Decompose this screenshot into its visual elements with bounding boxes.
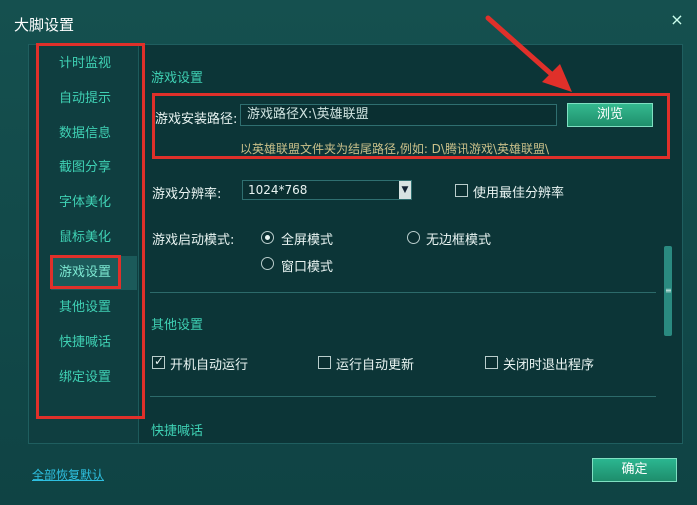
quick-chat-title: 快捷喊话 <box>151 424 204 439</box>
close-icon[interactable]: × <box>667 10 687 30</box>
autostart-label: 开机自动运行 <box>170 358 249 373</box>
sidebar-item-bind-settings[interactable]: 绑定设置 <box>51 361 137 395</box>
scroll-grip-icon: ≡ <box>665 286 672 295</box>
borderless-radio[interactable] <box>407 231 420 244</box>
browse-button[interactable]: 浏览 <box>567 103 653 127</box>
fullscreen-label: 全屏模式 <box>281 233 334 248</box>
best-resolution-checkbox[interactable] <box>455 184 468 197</box>
sidebar-item-game-settings[interactable]: 游戏设置 <box>51 256 137 290</box>
settings-window: 大脚设置 × 计时监视 自动提示 数据信息 截图分享 字体美化 鼠标美化 游戏设… <box>0 0 697 505</box>
content-scrollbar[interactable]: ≡ <box>664 246 672 336</box>
autostart-checkbox[interactable] <box>152 354 165 369</box>
other-settings-title: 其他设置 <box>151 318 204 333</box>
resolution-value: 1024*768 <box>248 183 308 197</box>
path-hint: 以英雄联盟文件夹为结尾路径,例如: D\腾讯游戏\英雄联盟\ <box>240 142 550 156</box>
windowed-label: 窗口模式 <box>281 260 334 275</box>
fullscreen-radio[interactable] <box>261 231 274 244</box>
chevron-down-icon[interactable]: ▼ <box>399 181 411 199</box>
borderless-label: 无边框模式 <box>426 233 492 248</box>
sidebar-item-screenshot-share[interactable]: 截图分享 <box>51 151 137 185</box>
game-settings-title: 游戏设置 <box>151 71 204 86</box>
launch-mode-label: 游戏启动模式: <box>152 233 235 248</box>
exit-on-close-label: 关闭时退出程序 <box>503 358 595 373</box>
best-resolution-label: 使用最佳分辨率 <box>473 186 565 201</box>
resolution-label: 游戏分辨率: <box>152 187 222 202</box>
resolution-select[interactable]: 1024*768 ▼ <box>242 180 412 200</box>
ok-button[interactable]: 确定 <box>592 458 677 482</box>
sidebar-item-mouse-beautify[interactable]: 鼠标美化 <box>51 221 137 255</box>
section-divider <box>150 292 656 293</box>
sidebar: 计时监视 自动提示 数据信息 截图分享 字体美化 鼠标美化 游戏设置 其他设置 … <box>29 45 139 443</box>
exit-on-close-checkbox[interactable] <box>485 356 498 369</box>
sidebar-item-timer[interactable]: 计时监视 <box>51 47 137 81</box>
auto-update-checkbox[interactable] <box>318 356 331 369</box>
windowed-radio[interactable] <box>261 257 274 270</box>
section-divider <box>150 396 656 397</box>
install-path-input[interactable]: 游戏路径X:\英雄联盟 <box>240 104 557 126</box>
sidebar-item-font-beautify[interactable]: 字体美化 <box>51 186 137 220</box>
sidebar-item-quick-chat[interactable]: 快捷喊话 <box>51 326 137 360</box>
install-path-label: 游戏安装路径: <box>155 112 238 127</box>
restore-defaults-link[interactable]: 全部恢复默认 <box>32 466 104 483</box>
window-title: 大脚设置 <box>14 16 75 34</box>
sidebar-item-auto-tips[interactable]: 自动提示 <box>51 82 137 116</box>
auto-update-label: 运行自动更新 <box>336 358 415 373</box>
sidebar-item-data-info[interactable]: 数据信息 <box>51 117 137 151</box>
sidebar-item-other-settings[interactable]: 其他设置 <box>51 291 137 325</box>
